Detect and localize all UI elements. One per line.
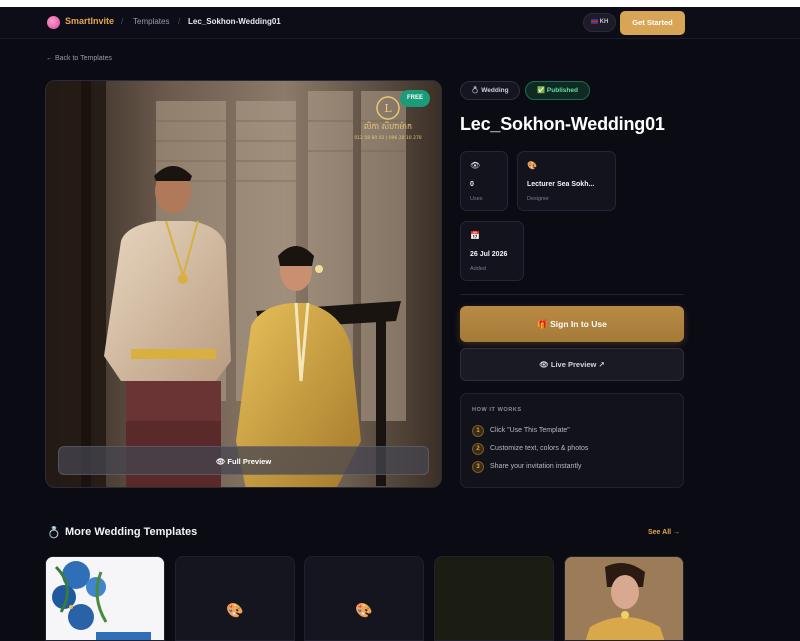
template-preview-image[interactable]: L លិកា សីហាម៉ាក 012 58 80 02 | 096 20 10… (45, 80, 442, 488)
section-title: More Wedding Templates (65, 526, 198, 538)
browser-top-strip (0, 0, 800, 7)
palette-icon: 🎨 (226, 602, 244, 618)
palette-icon: 🎨 (355, 602, 373, 618)
palette-icon: 🎨 (527, 161, 537, 170)
step-number: 3 (472, 461, 484, 473)
step-number: 1 (472, 425, 484, 437)
template-card[interactable]: 🎨 (304, 556, 424, 641)
live-preview-button[interactable]: 👁 Live Preview ↗ (460, 348, 684, 381)
logo-monogram: L (384, 102, 392, 115)
brand-name[interactable]: SmartInvite (65, 16, 114, 26)
step-number: 2 (472, 443, 484, 455)
stat-value: Lecturer Sea Sokh... (527, 181, 595, 188)
category-tag[interactable]: 💍 Wedding (460, 81, 520, 100)
template-card[interactable] (564, 556, 684, 641)
language-toggle-button[interactable]: KH (583, 13, 616, 32)
stat-label: Designer (527, 196, 550, 202)
stat-label: Added (470, 266, 486, 272)
full-preview-button[interactable]: 👁 Full Preview (58, 446, 429, 475)
portrait-thumbnail (565, 557, 683, 640)
brand-logo-icon[interactable] (47, 16, 60, 29)
stat-card-added: 📅 26 Jul 2026 Added (460, 221, 524, 281)
see-all-link[interactable]: See All → (648, 529, 680, 536)
flag-icon (590, 18, 598, 24)
eye-icon: 👁 (470, 161, 481, 170)
template-card[interactable] (45, 556, 165, 641)
stat-value: 0 (470, 181, 474, 188)
get-started-button[interactable]: Get Started (620, 11, 685, 35)
stat-card-uses: 👁 0 Uses (460, 151, 508, 211)
calendar-icon: 📅 (470, 231, 480, 240)
template-card[interactable] (434, 556, 554, 641)
step-text: Customize text, colors & photos (490, 445, 589, 452)
how-it-works-title: HOW IT WORKS (472, 407, 522, 413)
step-text: Share your invitation instantly (490, 463, 582, 470)
back-to-templates-link[interactable]: ← Back to Templates (46, 55, 112, 62)
breadcrumb-templates[interactable]: Templates (133, 17, 169, 26)
template-card[interactable]: 🎨 (175, 556, 295, 641)
template-title: Lec_Sokhon-Wedding01 (460, 114, 665, 134)
how-it-works-panel: HOW IT WORKS 1 Click "Use This Template"… (460, 393, 684, 488)
divider (460, 294, 684, 295)
breadcrumb-separator: / (178, 17, 181, 26)
step-text: Click "Use This Template" (490, 427, 570, 434)
breadcrumb-current: Lec_Sokhon-Wedding01 (188, 17, 281, 26)
status-badge: ✅ Published (525, 81, 590, 100)
logo-phone: 012 58 80 02 | 096 20 10 270 (354, 135, 421, 141)
wedding-photo: L លិកា សីហាម៉ាក 012 58 80 02 | 096 20 10… (46, 81, 441, 487)
language-label: KH (599, 19, 609, 25)
breadcrumb-separator: / (121, 17, 124, 26)
logo-text: លិកា សីហាម៉ាក (364, 121, 412, 131)
floral-thumbnail (46, 557, 164, 640)
ring-icon: 💍 (47, 527, 61, 539)
top-navbar: SmartInvite / Templates / Lec_Sokhon-Wed… (0, 7, 800, 39)
stat-label: Uses (470, 196, 483, 202)
stat-card-designer: 🎨 Lecturer Sea Sokh... Designer (517, 151, 616, 211)
stat-value: 26 Jul 2026 (470, 251, 508, 258)
free-badge: FREE (400, 90, 430, 107)
sign-in-to-use-button[interactable]: 🎁 Sign In to Use (460, 306, 684, 342)
